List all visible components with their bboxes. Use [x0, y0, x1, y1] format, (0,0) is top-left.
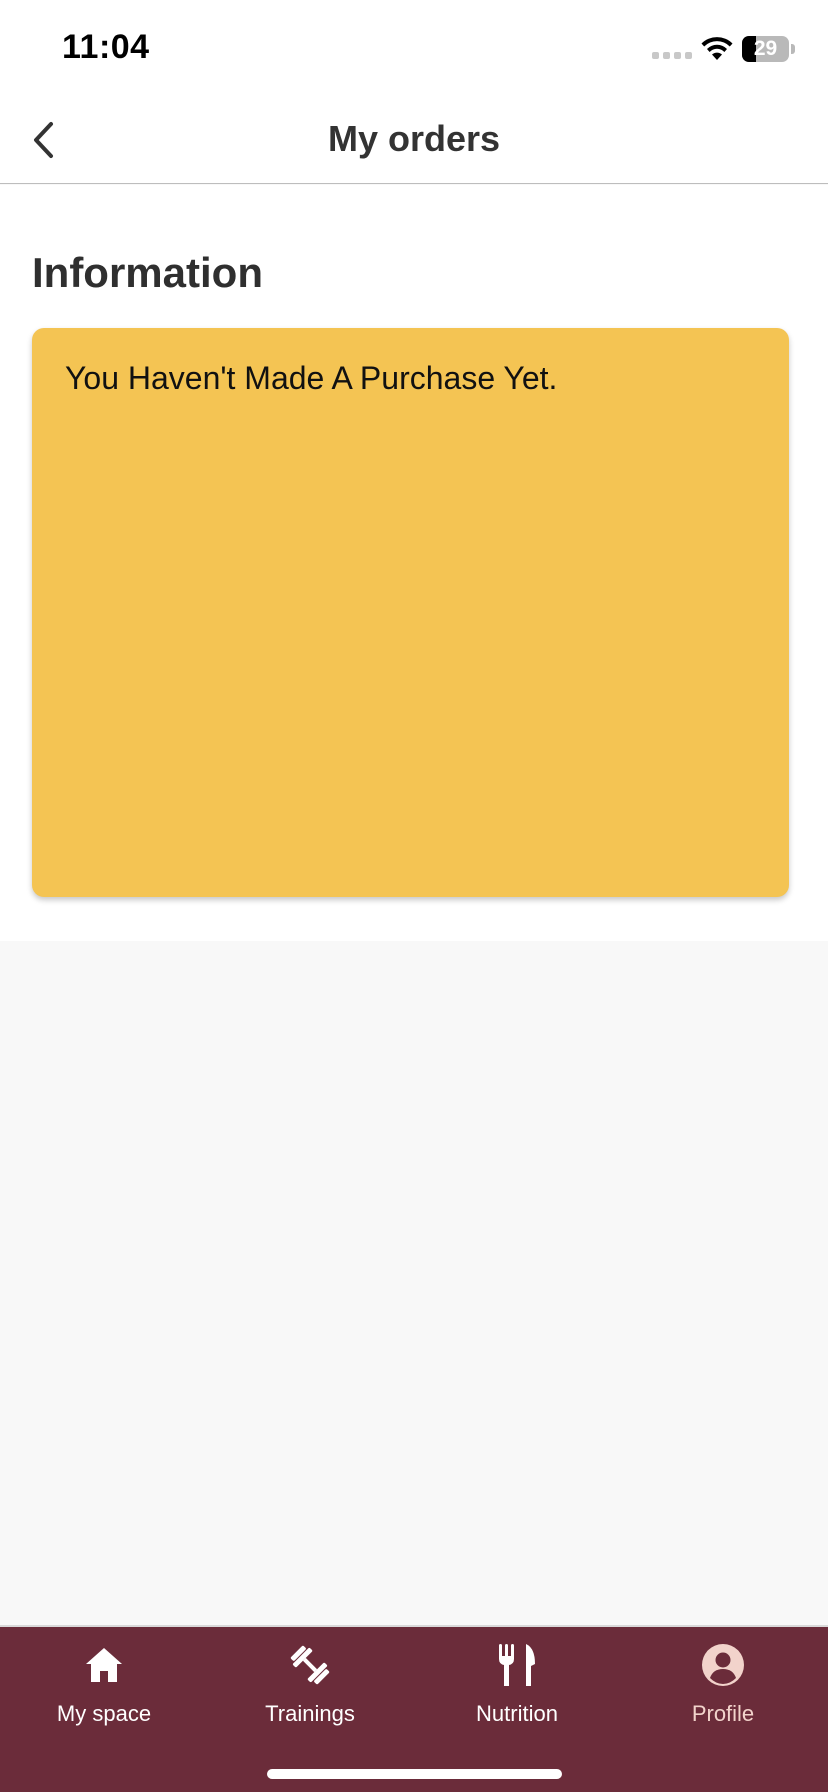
nav-label-nutrition: Nutrition [476, 1701, 558, 1726]
screen: 11:04 29 My orders Information You Haven… [0, 0, 828, 1792]
app-header: My orders [0, 96, 828, 184]
status-time: 11:04 [62, 28, 150, 66]
cellular-signal-icon [652, 52, 692, 59]
nav-label-my-space: My space [56, 1701, 152, 1726]
empty-orders-message: You Haven't Made A Purchase Yet. [65, 360, 558, 396]
status-bar: 11:04 29 [0, 0, 828, 96]
bottom-nav: My space Trainings Nutrition Profile [0, 1625, 828, 1792]
battery-level: 29 [753, 37, 778, 60]
nav-label-trainings: Trainings [265, 1701, 355, 1726]
nav-item-profile[interactable]: Profile [633, 1641, 813, 1737]
home-icon [80, 1641, 128, 1689]
nav-item-my-space[interactable]: My space [14, 1641, 194, 1737]
home-indicator[interactable] [267, 1769, 562, 1779]
battery-tip [791, 44, 795, 54]
nav-item-nutrition[interactable]: Nutrition [427, 1641, 607, 1737]
dumbbell-icon [286, 1641, 334, 1689]
info-card: You Haven't Made A Purchase Yet. [32, 328, 789, 897]
nav-item-trainings[interactable]: Trainings [220, 1641, 400, 1737]
content-section: Information You Haven't Made A Purchase … [0, 185, 828, 941]
nav-label-profile: Profile [691, 1701, 755, 1726]
profile-icon [699, 1641, 747, 1689]
page-title: My orders [327, 118, 501, 159]
section-heading: Information [32, 249, 263, 296]
fork-knife-icon [493, 1641, 541, 1689]
wifi-icon [701, 37, 733, 60]
battery-icon: 29 [742, 36, 789, 62]
